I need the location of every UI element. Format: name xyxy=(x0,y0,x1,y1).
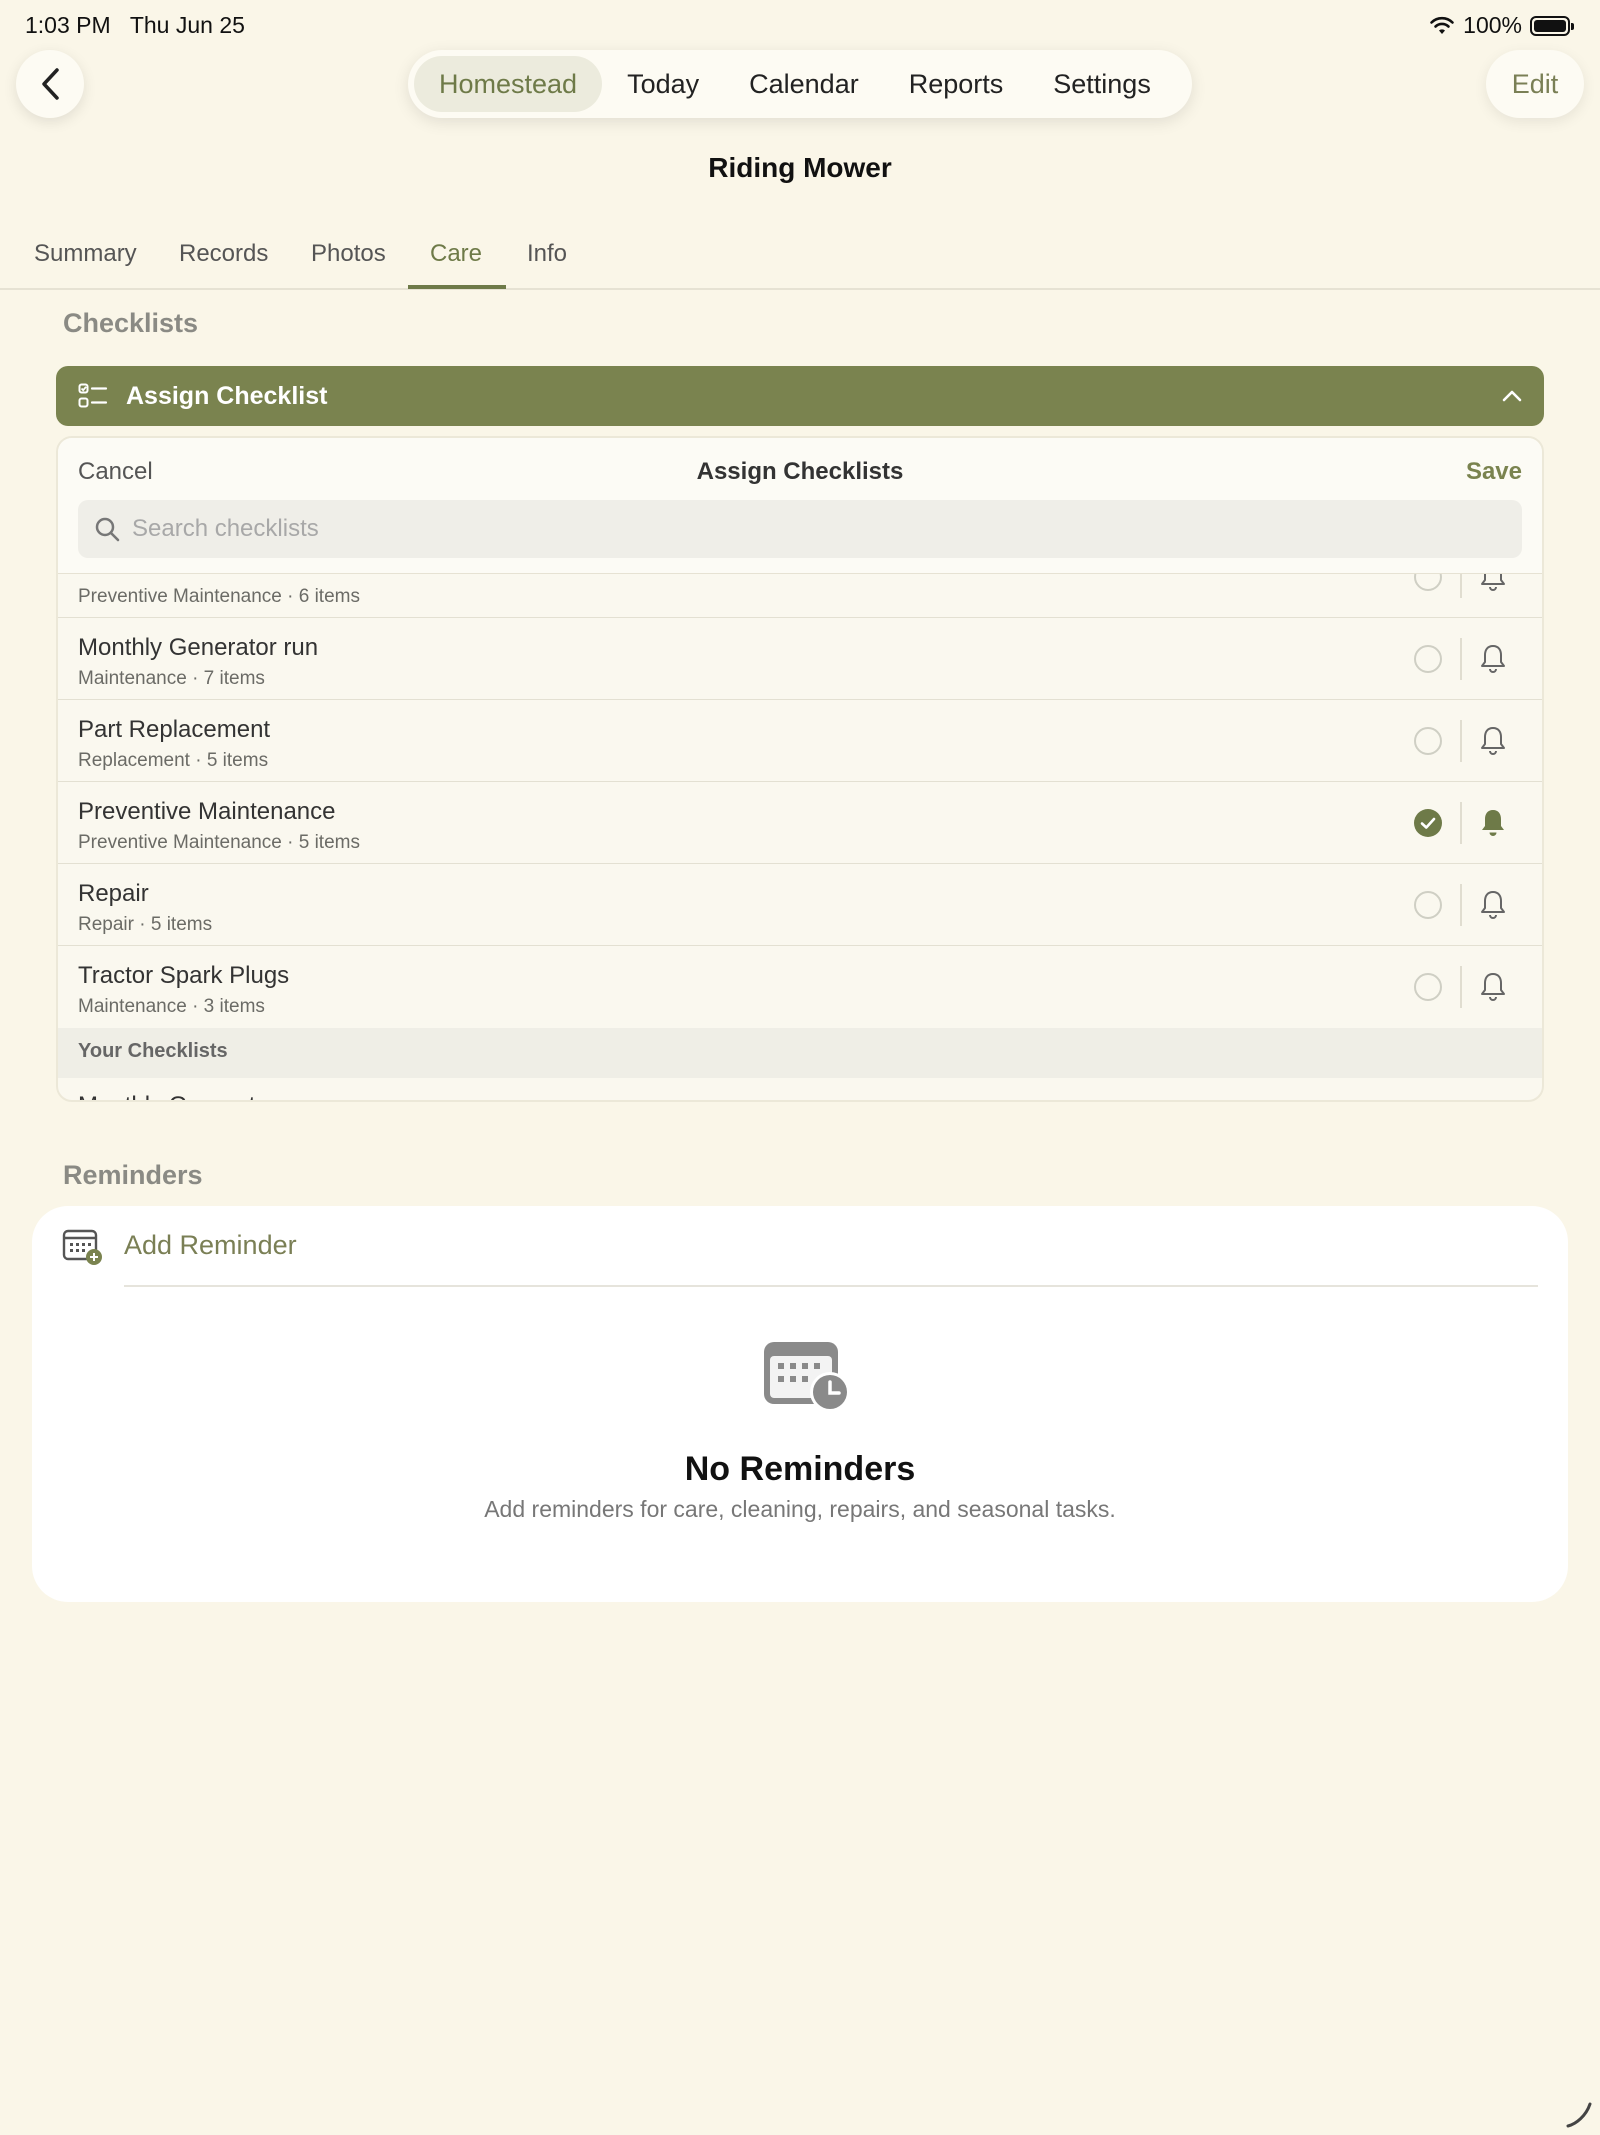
assign-checklist-label: Assign Checklist xyxy=(126,381,328,410)
row-divider xyxy=(1460,966,1462,1008)
checklist-subtitle: Repair · 5 items xyxy=(78,914,213,935)
status-time: 1:03 PM Thu Jun 25 xyxy=(25,12,245,39)
status-indicators: 100% xyxy=(1429,12,1574,39)
checklist-title: Monthly Generator run xyxy=(78,634,319,661)
checklist-row-partial[interactable]: Monthly Generator run xyxy=(58,1078,1542,1100)
checklist-row[interactable]: Part Replacement Replacement · 5 items xyxy=(58,700,1542,782)
checklist-row[interactable]: Monthly Generator run Maintenance · 7 it… xyxy=(58,618,1542,700)
checklist-title: Part Replacement xyxy=(78,716,271,743)
checklist-title: Monthly Generator run xyxy=(78,1092,318,1100)
nav-reports[interactable]: Reports xyxy=(884,56,1029,112)
nav-calendar[interactable]: Calendar xyxy=(724,56,884,112)
wifi-icon xyxy=(1430,16,1454,34)
date: Thu Jun 25 xyxy=(129,12,245,38)
calendar-clock-icon xyxy=(764,1342,850,1412)
search-placeholder: Search checklists xyxy=(132,515,319,542)
search-icon xyxy=(95,517,120,542)
sub-tabs: Summary Records Photos Care Info xyxy=(0,236,1600,290)
checklist-subtitle: Maintenance · 7 items xyxy=(78,668,265,689)
tab-summary[interactable]: Summary xyxy=(34,236,137,288)
empty-state-title: No Reminders xyxy=(684,1450,916,1488)
checklist-row[interactable]: Tractor Spark Plugs Maintenance · 3 item… xyxy=(58,946,1542,1028)
row-divider xyxy=(1460,802,1462,844)
select-radio[interactable] xyxy=(1414,973,1442,1001)
bell-filled-icon[interactable] xyxy=(1478,807,1508,839)
checklist-title: Tractor Spark Plugs xyxy=(78,962,290,989)
select-radio[interactable] xyxy=(1414,645,1442,673)
chevron-up-icon xyxy=(1502,390,1522,402)
calendar-add-icon xyxy=(62,1229,102,1265)
battery-percent: 100% xyxy=(1463,12,1522,38)
checklist-row[interactable]: Preventive Maintenance Preventive Mainte… xyxy=(58,782,1542,864)
main-nav: Homestead Today Calendar Reports Setting… xyxy=(408,50,1192,118)
nav-homestead[interactable]: Homestead xyxy=(414,56,603,112)
tab-care[interactable]: Care xyxy=(430,236,482,288)
checklist-subtitle: Replacement · 5 items xyxy=(78,750,269,771)
back-button[interactable] xyxy=(16,50,84,118)
bell-icon[interactable] xyxy=(1478,643,1508,675)
tab-records[interactable]: Records xyxy=(179,236,268,288)
reminders-section-label: Reminders xyxy=(63,1160,203,1190)
save-button[interactable]: Save xyxy=(1466,458,1522,486)
reminders-card: Add Reminder No Reminders Add reminders … xyxy=(32,1206,1568,1602)
clock: 1:03 PM xyxy=(25,12,111,38)
assign-checklists-panel: Cancel Assign Checklists Save Search che… xyxy=(56,436,1544,1102)
row-divider xyxy=(1460,638,1462,680)
checklists-section-label: Checklists xyxy=(63,308,199,338)
checklist-title: Repair xyxy=(78,880,149,907)
checklist-subtitle: Preventive Maintenance · 6 items xyxy=(78,586,360,607)
select-radio-checked[interactable] xyxy=(1414,809,1442,837)
checklist-row[interactable]: Repair Repair · 5 items xyxy=(58,864,1542,946)
panel-header: Cancel Assign Checklists Save Search che… xyxy=(58,438,1542,574)
your-checklists-header: Your Checklists xyxy=(58,1028,1542,1078)
search-input[interactable]: Search checklists xyxy=(78,500,1522,558)
tab-info[interactable]: Info xyxy=(527,236,567,288)
battery-icon xyxy=(1530,15,1574,36)
assign-checklist-toggle[interactable]: Assign Checklist xyxy=(56,366,1544,426)
bell-icon[interactable] xyxy=(1478,971,1508,1003)
page-title: Riding Mower xyxy=(708,152,892,183)
checklist-subtitle: Maintenance · 3 items xyxy=(78,996,265,1017)
active-tab-indicator xyxy=(408,285,506,289)
checklist-title: Preventive Maintenance xyxy=(78,798,336,825)
checklist-subtitle: Preventive Maintenance · 5 items xyxy=(78,832,360,853)
select-radio[interactable] xyxy=(1414,727,1442,755)
tab-photos[interactable]: Photos xyxy=(311,236,386,288)
your-checklists-label: Your Checklists xyxy=(78,1040,228,1062)
resize-handle-icon xyxy=(1566,2102,1592,2128)
nav-today[interactable]: Today xyxy=(602,56,724,112)
nav-settings[interactable]: Settings xyxy=(1028,56,1176,112)
bell-icon[interactable] xyxy=(1478,889,1508,921)
select-radio[interactable] xyxy=(1414,891,1442,919)
panel-title: Assign Checklists xyxy=(696,458,904,485)
checklist-list: Preventive Maintenance · 6 items Monthly… xyxy=(58,536,1542,1100)
row-divider xyxy=(1460,720,1462,762)
row-divider xyxy=(1460,884,1462,926)
edit-button[interactable]: Edit xyxy=(1486,50,1584,118)
chevron-left-icon xyxy=(42,68,59,100)
add-reminder-button[interactable]: Add Reminder xyxy=(124,1230,297,1261)
add-reminder-separator xyxy=(124,1285,1538,1287)
empty-state-subtitle: Add reminders for care, cleaning, repair… xyxy=(484,1496,1116,1522)
checkmark-icon xyxy=(1420,817,1436,829)
bell-icon[interactable] xyxy=(1478,725,1508,757)
checklist-icon xyxy=(78,383,108,408)
